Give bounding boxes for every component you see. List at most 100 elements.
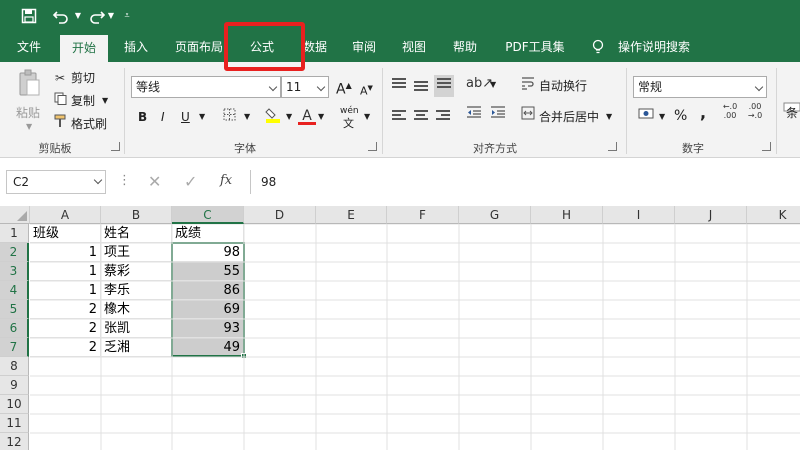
bold-button[interactable]: B: [138, 108, 147, 126]
tab-view[interactable]: 视图: [394, 32, 434, 62]
cell-a7[interactable]: 2: [30, 338, 101, 357]
undo-dropdown-icon[interactable]: ▼: [73, 5, 83, 27]
row-header-1[interactable]: 1: [0, 224, 29, 243]
tab-home[interactable]: 开始: [60, 35, 108, 62]
currency-icon[interactable]: [636, 106, 656, 126]
cell-c1[interactable]: 成绩: [172, 224, 244, 243]
column-header-h[interactable]: H: [531, 206, 603, 224]
fill-color-icon[interactable]: [264, 107, 282, 129]
borders-icon[interactable]: [220, 107, 238, 127]
borders-dropdown-icon[interactable]: ▼: [244, 108, 250, 126]
chevron-down-icon[interactable]: ⩡: [120, 5, 134, 27]
row-header-4[interactable]: 4: [0, 281, 29, 300]
row-header-10[interactable]: 10: [0, 395, 29, 414]
align-right-icon[interactable]: [436, 110, 450, 122]
row-header-12[interactable]: 12: [0, 433, 29, 450]
conditional-formatting-button[interactable]: 条: [786, 104, 798, 122]
fill-handle[interactable]: [241, 353, 247, 359]
decrease-decimal-icon[interactable]: .00 →.0: [745, 102, 765, 120]
align-middle-icon[interactable]: [414, 81, 428, 93]
fill-color-dropdown-icon[interactable]: ▼: [286, 108, 292, 126]
alignment-launcher-icon[interactable]: [608, 142, 617, 151]
redo-icon[interactable]: [86, 5, 108, 27]
cell-a1[interactable]: 班级: [30, 224, 101, 243]
font-color-dropdown-icon[interactable]: ▼: [318, 108, 324, 126]
drag-handle-icon[interactable]: ⋮: [118, 174, 131, 188]
format-painter-button[interactable]: 格式刷: [71, 115, 107, 133]
cell-b7[interactable]: 乏湘: [101, 338, 172, 357]
redo-dropdown-icon[interactable]: ▼: [106, 5, 116, 27]
orientation-icon[interactable]: ab↗: [466, 74, 493, 94]
row-header-7[interactable]: 7: [0, 338, 29, 357]
name-box[interactable]: C2: [6, 170, 106, 194]
underline-dropdown-icon[interactable]: ▼: [199, 108, 205, 126]
decrease-indent-icon[interactable]: [464, 105, 484, 125]
cell-a3[interactable]: 1: [30, 262, 101, 281]
cancel-icon[interactable]: ✕: [148, 172, 161, 191]
save-icon[interactable]: [18, 5, 40, 27]
paste-dropdown-icon[interactable]: ▼: [26, 118, 32, 136]
tab-insert[interactable]: 插入: [114, 32, 158, 62]
cell-a4[interactable]: 1: [30, 281, 101, 300]
tell-me-search[interactable]: 操作说明搜索: [612, 32, 696, 62]
paste-icon[interactable]: [14, 68, 44, 102]
cell-b1[interactable]: 姓名: [101, 224, 172, 243]
increase-decimal-icon[interactable]: ←.0.00: [720, 102, 740, 120]
row-header-2[interactable]: 2: [0, 243, 29, 262]
tab-pdf-tools[interactable]: PDF工具集: [498, 32, 572, 62]
grow-font-button[interactable]: A▲: [336, 77, 352, 99]
column-header-g[interactable]: G: [459, 206, 531, 224]
cell-c7[interactable]: 49: [172, 338, 244, 357]
column-header-e[interactable]: E: [316, 206, 387, 224]
cell-c3[interactable]: 55: [172, 262, 244, 281]
select-all-corner[interactable]: [0, 206, 30, 224]
underline-button[interactable]: U: [181, 108, 190, 126]
tab-review[interactable]: 审阅: [342, 32, 386, 62]
column-header-b[interactable]: B: [101, 206, 172, 224]
cell-b2[interactable]: 项王: [101, 243, 172, 262]
cell-b4[interactable]: 李乐: [101, 281, 172, 300]
clipboard-launcher-icon[interactable]: [111, 142, 120, 151]
cell-c2[interactable]: 98: [172, 243, 244, 262]
align-left-icon[interactable]: [392, 110, 406, 122]
cell-c6[interactable]: 93: [172, 319, 244, 338]
phonetic-dropdown-icon[interactable]: ▼: [364, 108, 370, 126]
undo-icon[interactable]: [48, 5, 74, 27]
worksheet-grid[interactable]: A B C D E F G H I J K 1 2 3 4 5 6 7 8 9 …: [0, 206, 800, 450]
align-center-icon[interactable]: [414, 110, 428, 122]
font-size-select[interactable]: 11: [281, 76, 329, 98]
merge-dropdown-icon[interactable]: ▼: [606, 108, 612, 126]
number-format-select[interactable]: 常规: [633, 76, 767, 98]
percent-button[interactable]: %: [674, 107, 687, 125]
cell-b5[interactable]: 橡木: [101, 300, 172, 319]
align-top-icon[interactable]: [392, 78, 406, 90]
cell-b6[interactable]: 张凯: [101, 319, 172, 338]
font-color-icon[interactable]: A: [298, 106, 316, 125]
column-header-c[interactable]: C: [172, 206, 244, 224]
column-header-a[interactable]: A: [30, 206, 101, 224]
cell-a5[interactable]: 2: [30, 300, 101, 319]
shrink-font-button[interactable]: A▼: [360, 79, 373, 101]
align-bottom-icon[interactable]: [434, 75, 454, 97]
copy-button[interactable]: 复制: [71, 92, 95, 110]
row-header-3[interactable]: 3: [0, 262, 29, 281]
tab-file[interactable]: 文件: [6, 32, 52, 62]
row-header-11[interactable]: 11: [0, 414, 29, 433]
cell-b3[interactable]: 蔡彩: [101, 262, 172, 281]
merge-center-button[interactable]: 合并后居中: [539, 108, 599, 126]
column-header-i[interactable]: I: [603, 206, 675, 224]
cell-c5[interactable]: 69: [172, 300, 244, 319]
row-header-6[interactable]: 6: [0, 319, 29, 338]
font-launcher-icon[interactable]: [368, 142, 377, 151]
number-launcher-icon[interactable]: [762, 142, 771, 151]
row-header-9[interactable]: 9: [0, 376, 29, 395]
row-header-8[interactable]: 8: [0, 357, 29, 376]
enter-icon[interactable]: ✓: [184, 172, 197, 191]
italic-button[interactable]: I: [161, 108, 165, 126]
wrap-text-button[interactable]: 自动换行: [539, 77, 587, 95]
column-header-f[interactable]: F: [387, 206, 459, 224]
insert-function-button[interactable]: fx: [220, 173, 232, 188]
cut-button[interactable]: 剪切: [71, 69, 95, 87]
tab-page-layout[interactable]: 页面布局: [166, 32, 232, 62]
tab-help[interactable]: 帮助: [444, 32, 486, 62]
